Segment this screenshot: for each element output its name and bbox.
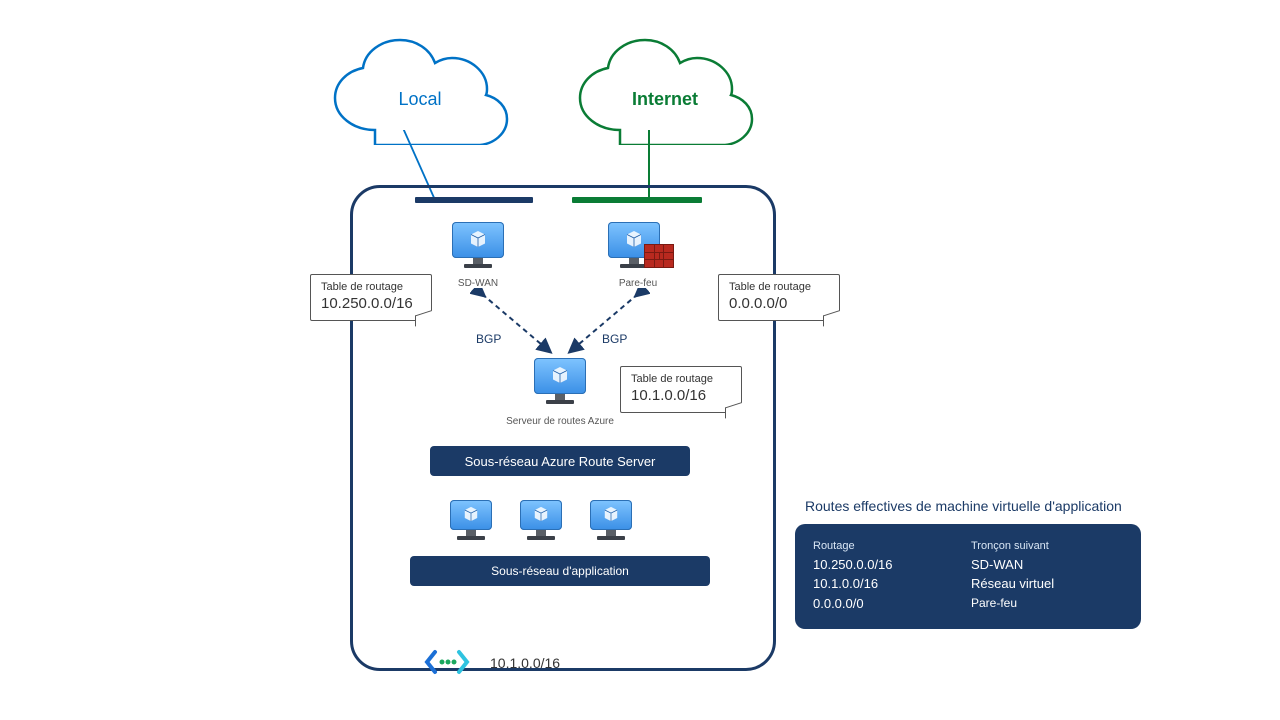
- cube-icon: [533, 506, 549, 522]
- note-value: 10.250.0.0/16: [321, 295, 421, 312]
- route-server-note: Table de routage 10.1.0.0/16: [620, 366, 742, 413]
- vnet-icon: [424, 648, 470, 681]
- app-vm-1: [450, 500, 492, 542]
- firewall-icon: [644, 244, 674, 268]
- cube-icon: [551, 366, 569, 384]
- route-cell: 0.0.0.0/0: [813, 594, 943, 614]
- vnet-ip-label: 10.1.0.0/16: [490, 655, 560, 671]
- route-server-vm: [534, 358, 586, 408]
- cloud-local-label: Local: [320, 89, 520, 110]
- sdwan-label: SD-WAN: [438, 278, 518, 289]
- cube-icon: [463, 506, 479, 522]
- sdwan-subnet-bar: [415, 197, 533, 203]
- routes-col-nexthop: Tronçon suivant: [971, 538, 1054, 555]
- route-server-label: Serveur de routes Azure: [490, 416, 630, 427]
- cube-icon: [469, 230, 487, 248]
- note-title: Table de routage: [631, 373, 731, 385]
- firewall-label: Pare-feu: [598, 278, 678, 289]
- sdwan-vm: [452, 222, 504, 272]
- route-cell: 10.250.0.0/16: [813, 555, 943, 575]
- note-value: 0.0.0.0/0: [729, 295, 829, 312]
- nexthop-cell: SD-WAN: [971, 555, 1054, 575]
- firewall-subnet-bar: [572, 197, 702, 203]
- app-vm-3: [590, 500, 632, 542]
- nexthop-cell: Pare-feu: [971, 594, 1054, 612]
- sdwan-route-note: Table de routage 10.250.0.0/16: [310, 274, 432, 321]
- note-title: Table de routage: [321, 281, 421, 293]
- cloud-icon: [565, 35, 765, 145]
- firewall-route-note: Table de routage 0.0.0.0/0: [718, 274, 840, 321]
- vnet-box: [350, 185, 776, 671]
- cloud-internet-label: Internet: [565, 89, 765, 110]
- bgp-left-label: BGP: [476, 332, 501, 346]
- cloud-local: Local: [320, 35, 520, 145]
- route-server-subnet-band: Sous-réseau Azure Route Server: [430, 446, 690, 476]
- app-vm-2: [520, 500, 562, 542]
- effective-routes-title: Routes effectives de machine virtuelle d…: [805, 498, 1122, 514]
- cube-icon: [625, 230, 643, 248]
- firewall-vm: [608, 222, 660, 272]
- effective-routes-panel: Routage 10.250.0.0/16 10.1.0.0/16 0.0.0.…: [795, 524, 1141, 629]
- cube-icon: [603, 506, 619, 522]
- route-cell: 10.1.0.0/16: [813, 574, 943, 594]
- cloud-internet: Internet: [565, 35, 765, 145]
- note-value: 10.1.0.0/16: [631, 387, 731, 404]
- bgp-right-label: BGP: [602, 332, 627, 346]
- note-title: Table de routage: [729, 281, 829, 293]
- app-subnet-band: Sous-réseau d'application: [410, 556, 710, 586]
- cloud-icon: [320, 35, 520, 145]
- nexthop-cell: Réseau virtuel: [971, 574, 1054, 594]
- routes-col-route: Routage: [813, 538, 943, 555]
- diagram-root: Local Internet SD-WAN Pare-feu Table de …: [0, 0, 1280, 720]
